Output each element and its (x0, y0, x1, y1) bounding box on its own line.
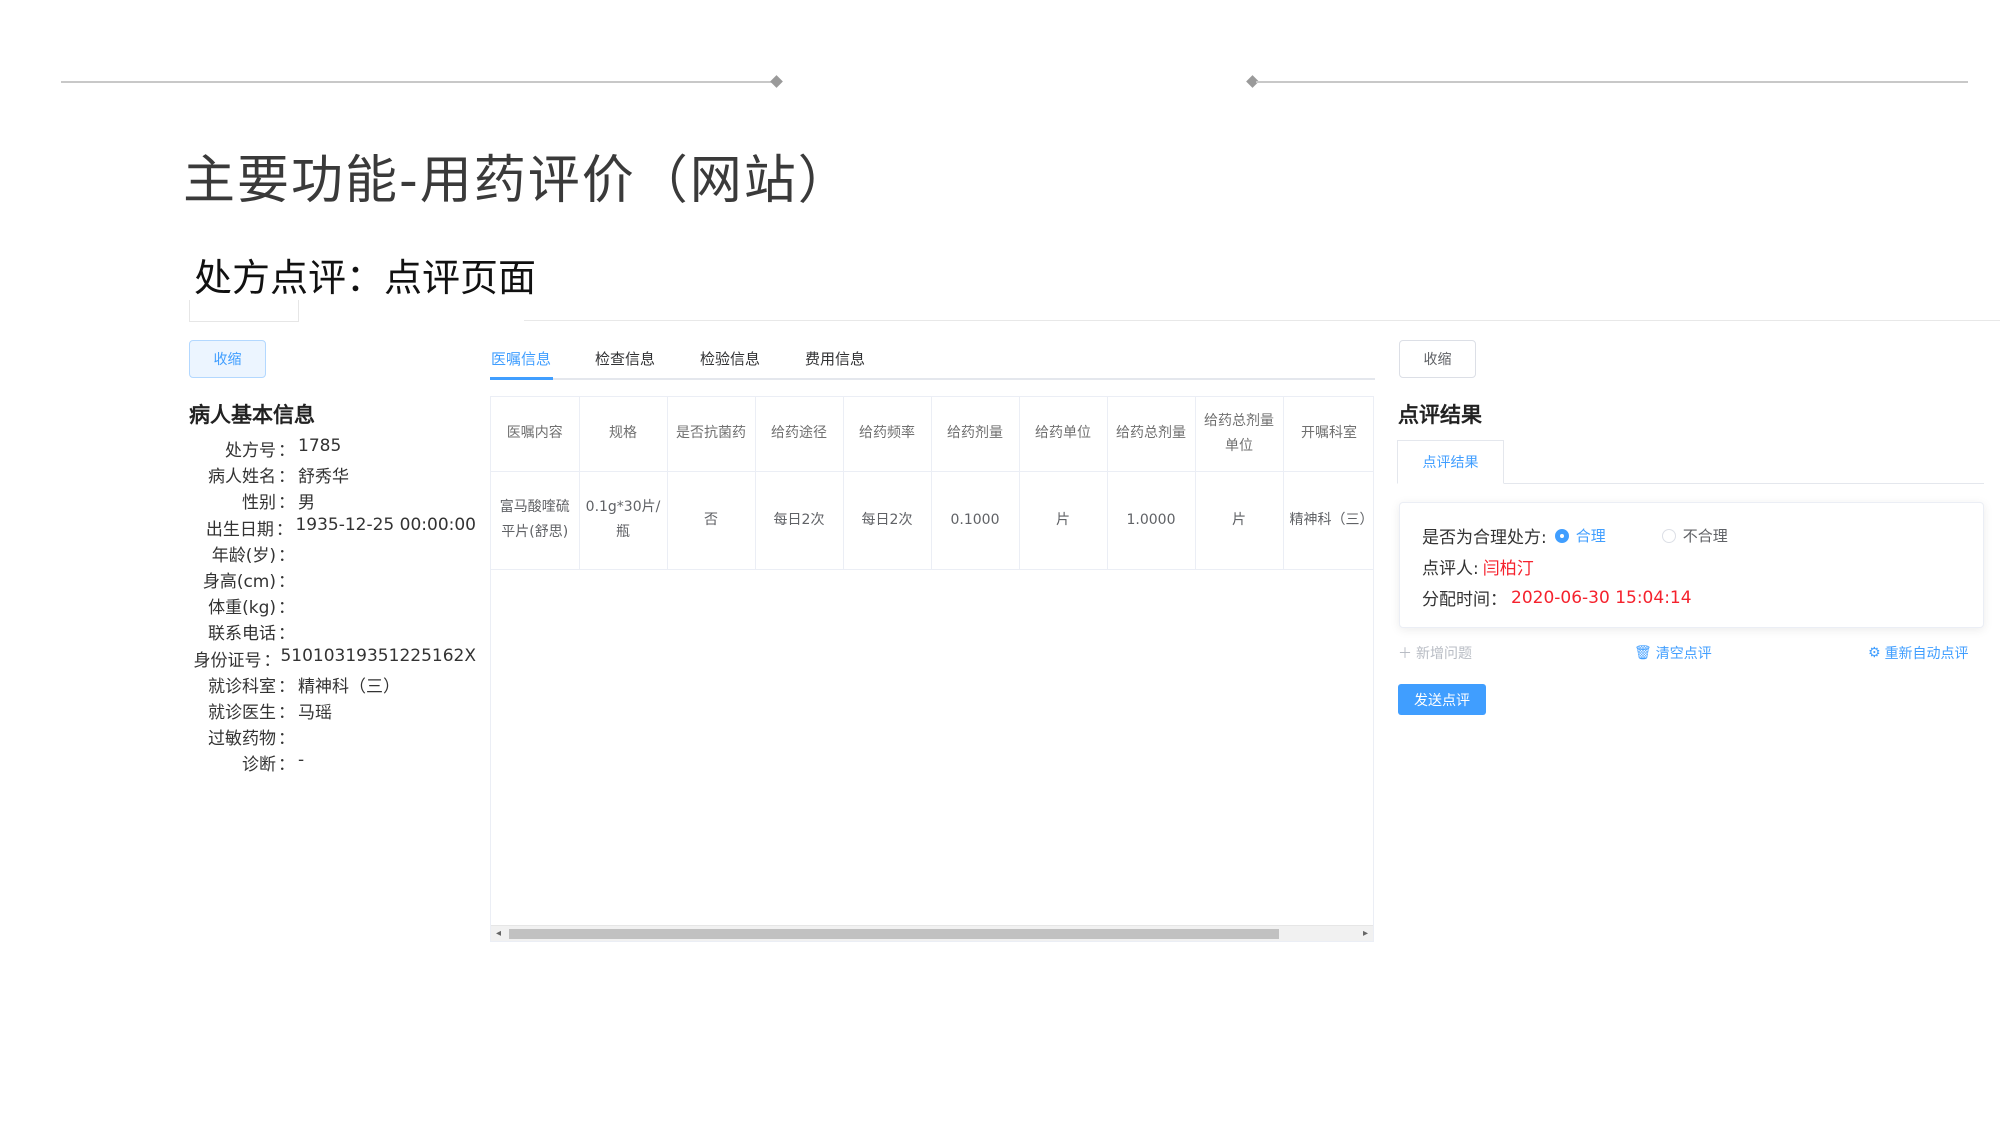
scroll-left-arrow-icon[interactable]: ◂ (496, 928, 501, 939)
review-result-card: 是否为合理处方: 合理 不合理 点评人: 闫柏汀 分配时间： 2020-06-3… (1399, 502, 1984, 628)
info-row-diagnosis: 诊断： - (242, 750, 305, 776)
review-result-title: 点评结果 (1398, 403, 1482, 427)
reasonable-label: 是否为合理处方: (1422, 528, 1547, 548)
tab-orders[interactable]: 医嘱信息 (491, 344, 551, 380)
gear-icon: ⚙ (1868, 645, 1881, 661)
tab-review-result[interactable]: 点评结果 (1397, 440, 1504, 484)
col-header: 给药剂量 (931, 397, 1020, 472)
table-cell: 0.1000 (931, 471, 1020, 570)
info-row-prescription-no: 处方号： 1785 (225, 436, 342, 461)
info-row-phone: 联系电话： (208, 624, 295, 645)
horizontal-scrollbar[interactable]: ◂ ▸ (491, 925, 1373, 941)
reviewer-row: 点评人: 闫柏汀 (1422, 554, 1534, 579)
left-collapse-button[interactable]: 收缩 (189, 340, 266, 378)
table-cell: 富马酸喹硫平片(舒思) (491, 471, 580, 570)
add-issue-link[interactable]: ＋ 新增问题 (1398, 643, 1472, 663)
deco-line-left (61, 81, 776, 83)
active-tab-indicator (490, 377, 553, 380)
table-row[interactable]: 富马酸喹硫平片(舒思) 0.1g*30片/瓶 否 每日2次 每日2次 0.100… (491, 471, 1373, 570)
table-cell: 每日2次 (843, 471, 932, 570)
reviewer-label: 点评人: (1422, 559, 1479, 579)
tab-expense[interactable]: 费用信息 (805, 344, 865, 380)
table-cell: 精神科（三） (1283, 471, 1373, 570)
cropped-header-fragment (189, 300, 299, 322)
info-tabs: 医嘱信息 检查信息 检验信息 费用信息 (490, 344, 1375, 380)
tab-examination[interactable]: 检查信息 (595, 344, 655, 380)
send-review-button[interactable]: 发送点评 (1398, 684, 1486, 715)
assign-time-label: 分配时间： (1422, 590, 1507, 610)
assign-time-row: 分配时间： 2020-06-30 15:04:14 (1422, 585, 1692, 611)
info-row-gender: 性别：男 (242, 493, 315, 514)
deco-line-right (1256, 81, 1968, 83)
deco-diamond-left (770, 75, 783, 88)
info-row-allergy: 过敏药物： (208, 729, 295, 750)
info-row-id-number: 身份证号： 51010319351225162X (193, 645, 476, 671)
slide-subtitle: 处方点评：点评页面 (194, 256, 537, 300)
patient-info-title: 病人基本信息 (189, 403, 315, 427)
col-header: 给药总剂量 (1107, 397, 1196, 472)
table-cell: 片 (1019, 471, 1108, 570)
info-row-doctor: 就诊医生：马瑶 (208, 702, 332, 723)
assign-time-value: 2020-06-30 15:04:14 (1511, 587, 1692, 608)
patient-info-list: 处方号： 1785 病人姓名：舒秀华 性别：男 出生日期： 1935-12-25 0… (186, 436, 476, 776)
radio-reasonable-label[interactable]: 合理 (1576, 525, 1606, 546)
table-header-row: 医嘱内容 规格 是否抗菌药 给药途径 给药频率 给药剂量 给药单位 给药总剂量 … (491, 397, 1373, 472)
clear-review-link[interactable]: 🗑 清空点评 (1634, 643, 1712, 663)
info-row-weight: 体重(kg)： (208, 598, 295, 619)
table-cell: 否 (667, 471, 756, 570)
slide-title: 主要功能-用药评价（网站） (183, 151, 852, 211)
orders-table-container: 医嘱内容 规格 是否抗菌药 给药途径 给药频率 给药剂量 给药单位 给药总剂量 … (490, 396, 1374, 942)
info-row-height: 身高(cm)： (202, 571, 295, 592)
col-header: 开嘱科室 (1283, 397, 1373, 472)
info-row-department: 就诊科室：精神科（三） (208, 676, 400, 697)
col-header: 规格 (579, 397, 668, 472)
scroll-thumb[interactable] (509, 929, 1279, 939)
plus-icon: ＋ (1398, 646, 1412, 662)
table-cell: 1.0000 (1107, 471, 1196, 570)
trash-icon: 🗑 (1634, 645, 1652, 661)
col-header: 给药单位 (1019, 397, 1108, 472)
radio-unreasonable[interactable] (1661, 528, 1676, 543)
col-header: 医嘱内容 (491, 397, 580, 472)
info-row-birth-date: 出生日期： 1935-12-25 00:00:00 (205, 514, 476, 540)
auto-review-link[interactable]: ⚙ 重新自动点评 (1868, 643, 1969, 663)
cropped-divider (524, 320, 2000, 321)
radio-unreasonable-label[interactable]: 不合理 (1683, 525, 1728, 546)
info-row-age: 年龄(岁)： (211, 545, 295, 566)
table-cell: 片 (1195, 471, 1284, 570)
reasonable-row: 是否为合理处方: 合理 不合理 (1422, 523, 1728, 548)
reviewer-value: 闫柏汀 (1482, 559, 1534, 579)
orders-table: 医嘱内容 规格 是否抗菌药 给药途径 给药频率 给药剂量 给药单位 给药总剂量 … (491, 397, 1373, 570)
tab-lab-test[interactable]: 检验信息 (700, 344, 760, 380)
col-header: 给药总剂量单位 (1195, 397, 1284, 472)
table-cell: 每日2次 (755, 471, 844, 570)
radio-reasonable[interactable] (1554, 528, 1569, 543)
right-collapse-button[interactable]: 收缩 (1399, 340, 1476, 378)
scroll-right-arrow-icon[interactable]: ▸ (1363, 928, 1368, 939)
col-header: 给药频率 (843, 397, 932, 472)
table-cell: 0.1g*30片/瓶 (579, 471, 668, 570)
col-header: 是否抗菌药 (667, 397, 756, 472)
col-header: 给药途径 (755, 397, 844, 472)
info-row-patient-name: 病人姓名：舒秀华 (208, 467, 349, 488)
result-tab-divider (1504, 483, 1984, 484)
